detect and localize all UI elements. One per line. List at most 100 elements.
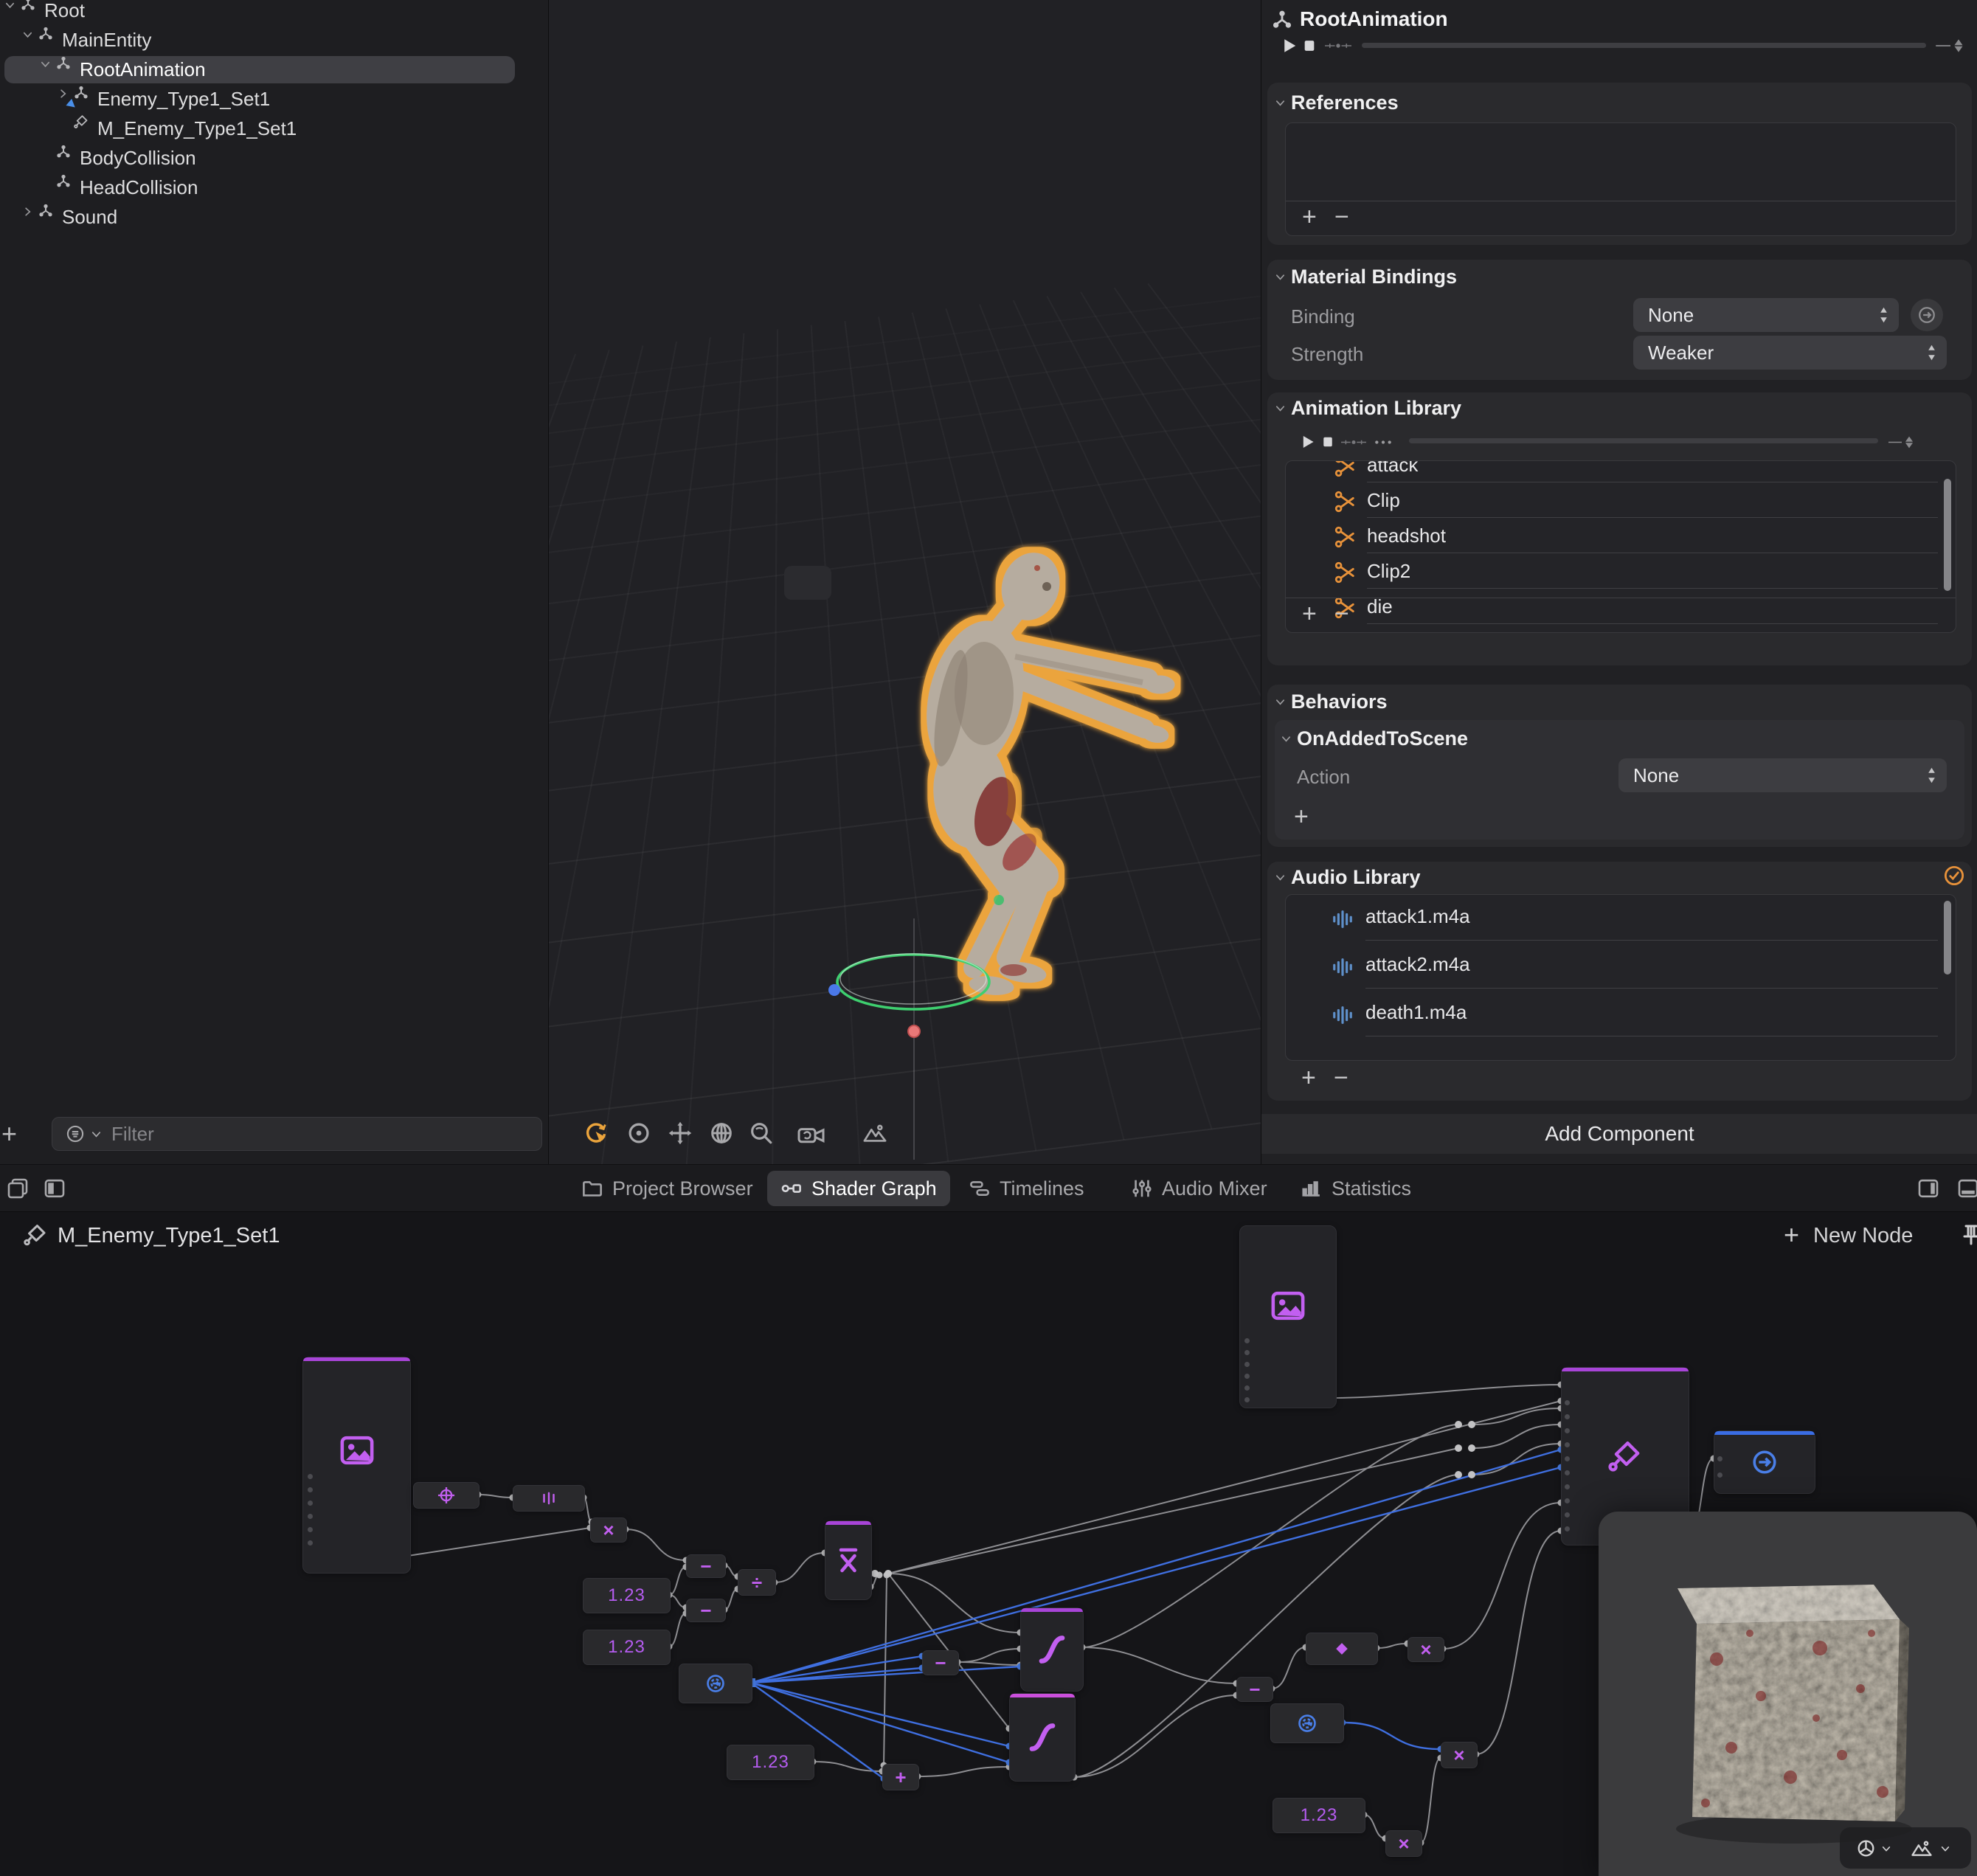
new-node-button[interactable]: New Node [1813, 1224, 1913, 1248]
chevron-down-icon[interactable] [40, 59, 51, 70]
node-port[interactable] [1244, 1397, 1250, 1402]
node-port[interactable] [1717, 1472, 1722, 1478]
shader-node-div[interactable]: ÷ [738, 1569, 776, 1596]
node-port[interactable] [1565, 1400, 1570, 1405]
chevron-down-icon[interactable] [1275, 271, 1286, 283]
shader-node-smth1[interactable] [1020, 1607, 1084, 1692]
panel-bottom-icon[interactable] [1956, 1177, 1977, 1200]
node-port[interactable] [308, 1527, 313, 1532]
binding-link-button[interactable] [1911, 299, 1943, 331]
new-node-plus[interactable]: + [1784, 1219, 1799, 1250]
node-port[interactable] [1565, 1498, 1570, 1503]
add-entity-button[interactable]: + [1, 1118, 17, 1149]
speed-scrubber[interactable] [1323, 39, 1353, 52]
chevron-right-icon[interactable] [22, 207, 33, 218]
tab-shader-graph[interactable]: Shader Graph [767, 1171, 950, 1206]
sidebar-right-icon[interactable] [1917, 1177, 1940, 1200]
remove-clip-button[interactable]: − [1334, 601, 1349, 626]
tree-item-BodyCollision[interactable]: BodyCollision [0, 143, 548, 173]
shader-node-out[interactable] [1714, 1430, 1815, 1494]
end-scrubber[interactable] [1887, 436, 1917, 449]
tab-timelines[interactable]: Timelines [955, 1171, 1098, 1206]
camera-tool-icon[interactable] [797, 1123, 826, 1148]
tree-item-Sound[interactable]: Sound [0, 202, 548, 232]
add-action-button[interactable]: + [1294, 804, 1309, 829]
shape-picker-icon[interactable] [1856, 1838, 1876, 1858]
zombie-model[interactable] [912, 546, 1174, 997]
clip-item[interactable]: attack [1367, 460, 1418, 477]
node-port[interactable] [1565, 1428, 1570, 1433]
node-port[interactable] [1565, 1442, 1570, 1447]
tab-audio-mixer[interactable]: Audio Mixer [1118, 1171, 1281, 1206]
environment-icon[interactable] [1911, 1838, 1933, 1858]
zoom-tool-icon[interactable] [749, 1121, 774, 1146]
node-port[interactable] [1565, 1470, 1570, 1475]
clip-item[interactable]: die [1367, 595, 1393, 618]
tab-project-browser[interactable]: Project Browser [568, 1171, 766, 1206]
node-port[interactable] [308, 1540, 313, 1546]
shader-node-subA[interactable]: − [686, 1554, 726, 1578]
play-button[interactable] [1281, 37, 1298, 55]
stop-button[interactable] [1301, 38, 1318, 54]
node-port[interactable] [308, 1501, 313, 1506]
node-port[interactable] [308, 1487, 313, 1492]
node-port[interactable] [1565, 1512, 1570, 1517]
chevron-down-icon[interactable] [1275, 403, 1286, 414]
add-audio-button[interactable]: + [1301, 1065, 1316, 1090]
references-list[interactable]: + − [1285, 122, 1956, 236]
shader-node-c3[interactable]: 1.23 [727, 1745, 814, 1780]
speed-scrubber[interactable] [1340, 436, 1368, 449]
orbit-tool-icon[interactable] [626, 1121, 651, 1146]
chevron-down-icon[interactable] [1881, 1844, 1891, 1854]
shader-node-texcoord[interactable] [413, 1482, 479, 1509]
chevron-down-icon[interactable] [91, 1129, 102, 1140]
shader-node-mul3[interactable]: × [1385, 1830, 1422, 1857]
audio-file-list[interactable]: attack1.m4aattack2.m4adeath1.m4a [1285, 894, 1956, 1061]
chevron-down-icon[interactable] [1275, 97, 1286, 108]
tree-item-RootAnimation[interactable]: RootAnimation [0, 55, 548, 84]
shader-node-mul2[interactable]: × [1408, 1637, 1444, 1662]
shader-node-submain[interactable]: − [922, 1650, 959, 1675]
node-port[interactable] [1565, 1484, 1570, 1489]
tree-item-M_Enemy_Type1_Set1[interactable]: M_Enemy_Type1_Set1 [0, 114, 548, 143]
node-port[interactable] [308, 1474, 313, 1479]
binding-dropdown[interactable]: None [1633, 298, 1899, 332]
shader-node-geom2[interactable] [1270, 1703, 1344, 1743]
shader-node-c2[interactable]: 1.23 [583, 1630, 671, 1665]
chevron-down-icon[interactable] [1275, 696, 1286, 707]
add-component-button[interactable]: Add Component [1261, 1114, 1977, 1154]
add-clip-button[interactable]: + [1302, 601, 1317, 626]
pan-tool-icon[interactable] [709, 1121, 734, 1146]
shader-node-mean[interactable] [825, 1520, 872, 1600]
chevron-down-icon[interactable] [22, 30, 33, 41]
node-port[interactable] [1565, 1526, 1570, 1531]
end-scrubber[interactable] [1934, 39, 1967, 52]
sidebar-left-icon[interactable] [43, 1177, 66, 1200]
play-button[interactable] [1300, 434, 1316, 450]
shader-node-split[interactable] [513, 1485, 585, 1512]
scrollbar[interactable] [1944, 901, 1951, 975]
filter-input[interactable]: Filter [52, 1117, 542, 1151]
shader-node-smth2[interactable] [1009, 1693, 1076, 1782]
node-port[interactable] [1717, 1456, 1722, 1461]
clip-item[interactable]: headshot [1367, 525, 1446, 547]
shader-node-diamond[interactable] [1306, 1633, 1378, 1665]
audio-file-item[interactable]: attack2.m4a [1365, 953, 1470, 976]
shader-node-subB[interactable]: − [686, 1599, 726, 1622]
select-tool-icon[interactable] [584, 1121, 609, 1146]
animation-clip-list[interactable]: attackClipheadshotClip2die + − [1285, 460, 1956, 633]
shader-node-c1[interactable]: 1.23 [583, 1578, 671, 1613]
tree-item-Root[interactable]: Root [0, 0, 548, 25]
node-port[interactable] [308, 1514, 313, 1519]
clip-item[interactable]: Clip2 [1367, 560, 1410, 583]
node-port[interactable] [1244, 1385, 1250, 1391]
node-port[interactable] [1244, 1374, 1250, 1379]
chevron-down-icon[interactable] [4, 0, 15, 11]
chevron-down-icon[interactable] [1940, 1844, 1950, 1854]
gizmo-x-handle[interactable] [828, 984, 840, 996]
shader-graph-editor[interactable]: ×1.231.23−−÷−+1.23×−1.23×× M_Enemy_Type1… [0, 1211, 1977, 1876]
window-overlap-icon[interactable] [6, 1177, 30, 1200]
action-dropdown[interactable]: None [1618, 758, 1947, 792]
remove-reference-button[interactable]: − [1334, 204, 1349, 229]
tree-item-MainEntity[interactable]: MainEntity [0, 25, 548, 55]
